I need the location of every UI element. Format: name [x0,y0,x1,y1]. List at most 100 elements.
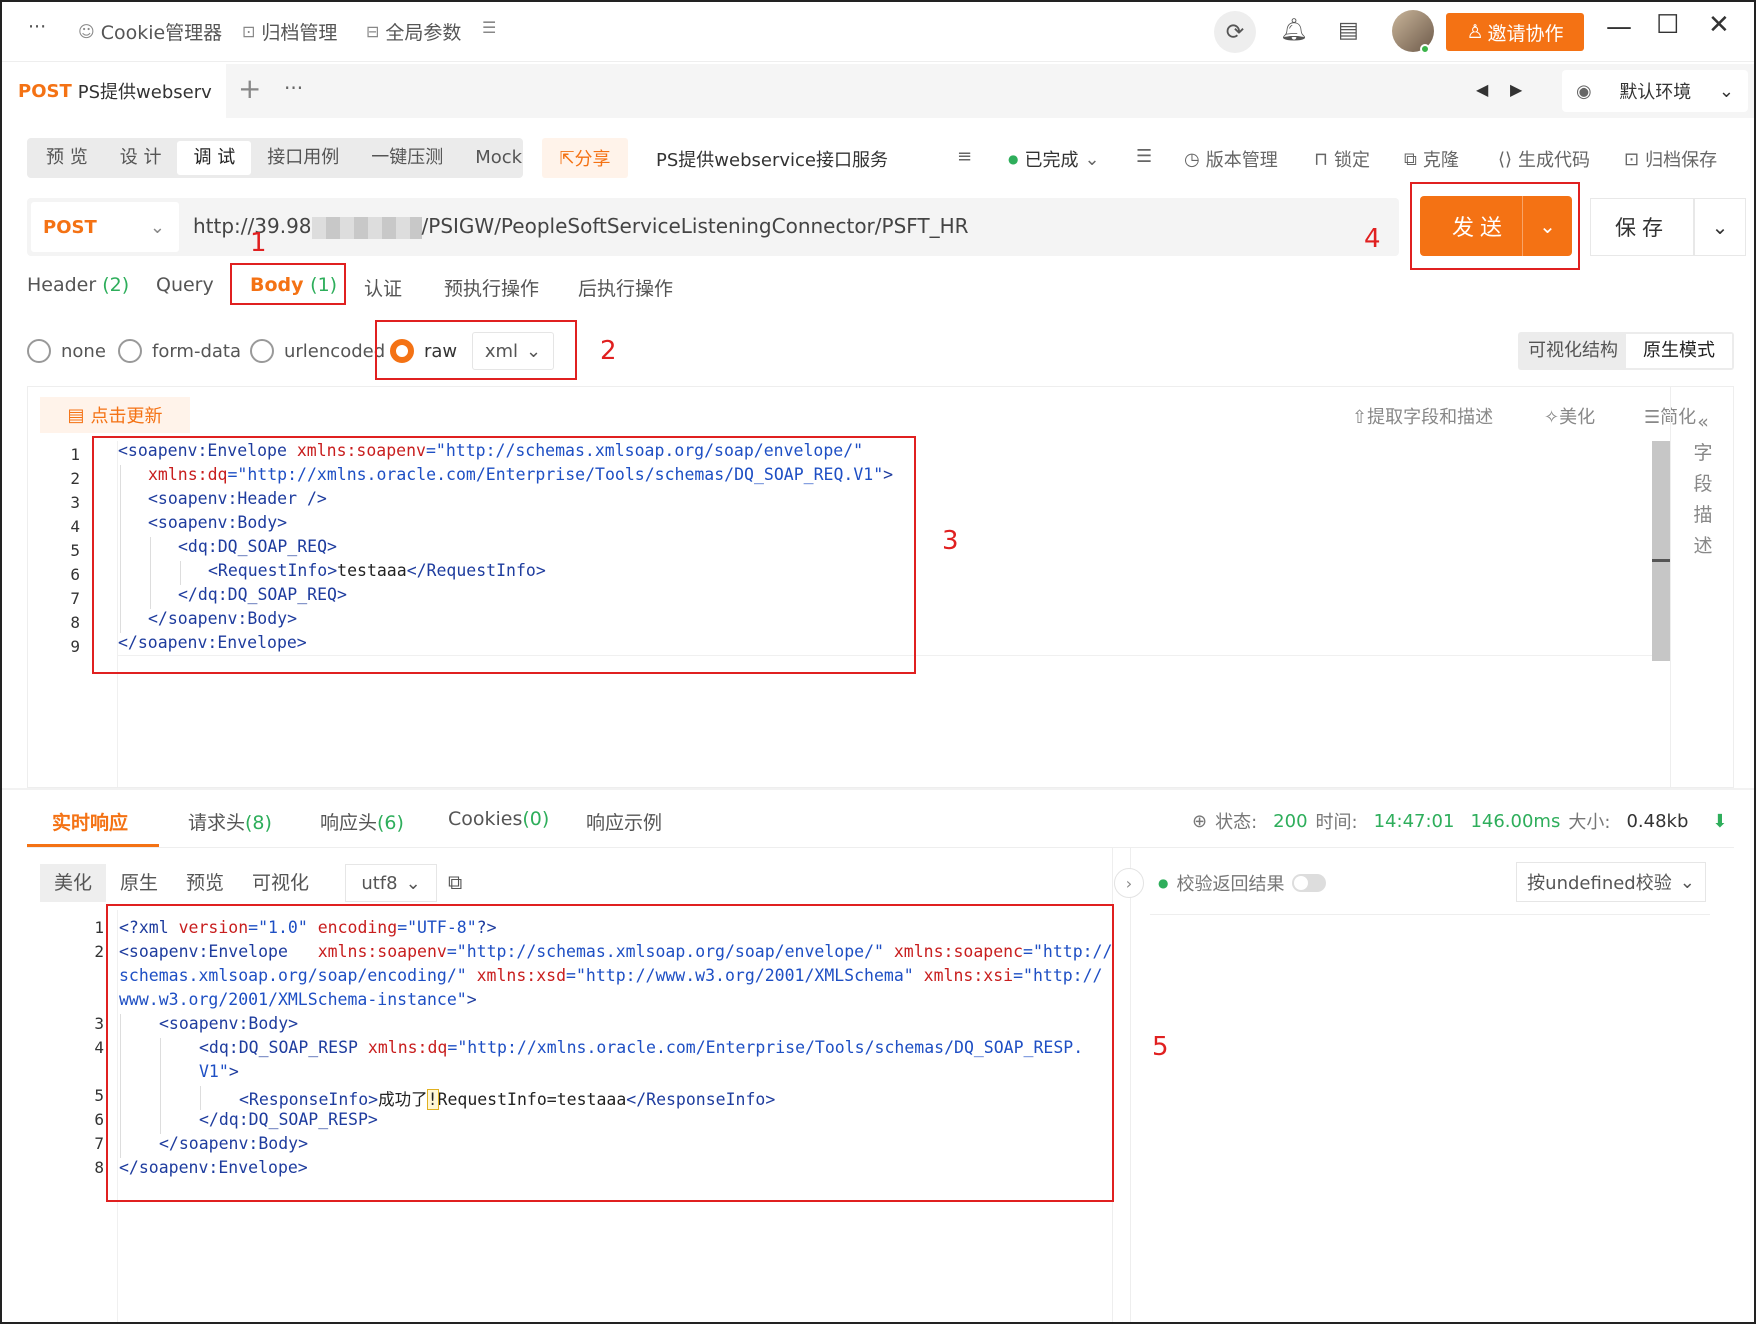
tab-response-headers[interactable]: 响应头(6) [320,808,404,835]
save-options-chevron-icon[interactable]: ⌄ [1694,198,1746,256]
line-number: 6 [70,565,80,584]
view-preview[interactable]: 预览 [172,864,238,902]
line-number: 8 [94,1158,104,1177]
refresh-doc-icon: ▤ [67,404,85,426]
chevron-down-icon: ⌄ [1718,80,1734,102]
bell-icon[interactable]: 🔔︎ [1280,18,1308,43]
side-label-char: 述 [1693,535,1713,557]
tab-prev-icon[interactable]: ◀ [1476,80,1488,99]
global-params-button[interactable]: ⊟ 全局参数 [366,18,461,45]
encoding-select[interactable]: utf8 ⌄ [345,864,437,902]
notes-icon[interactable]: ▤ [1338,18,1359,43]
tab-design[interactable]: 设 计 [104,141,178,175]
line-number: 8 [70,613,80,632]
line-number: 5 [94,1086,104,1105]
url-input[interactable]: http://39.98/PSIGW/PeopleSoftServiceList… [193,214,969,239]
tab-mock[interactable]: Mock [459,141,538,175]
tab-header[interactable]: Header (2) [27,274,129,296]
maximize-icon[interactable]: ☐ [1656,10,1679,40]
share-button[interactable]: ⇱ 分享 [542,138,628,178]
validate-mode-select[interactable]: 按undefined校验 ⌄ [1516,862,1706,902]
tab-realtime-response[interactable]: 实时响应 [52,808,128,835]
clone-button[interactable]: ⧉ 克隆 [1404,146,1459,172]
editor-scrollbar[interactable] [1652,441,1670,661]
tab-response-example[interactable]: 响应示例 [586,808,662,835]
validate-switch[interactable] [1292,874,1327,892]
menu-button[interactable]: ··· [28,16,46,38]
beautify-button[interactable]: ✧美化 [1544,403,1595,429]
archive-save-button[interactable]: ⊡ 归档保存 [1624,146,1717,172]
chevron-down-icon: ⌄ [405,872,421,894]
tab-title: PS提供webserv [77,82,212,103]
status-select[interactable]: ● 已完成 ⌄ [1008,146,1100,172]
tabs-baseline [27,847,1734,848]
line-number: 4 [94,1038,104,1057]
edit-title-icon[interactable]: ≡ [957,146,972,167]
tab-auth[interactable]: 认证 [364,274,402,301]
view-beautify[interactable]: 美化 [40,864,107,902]
validate-response-toggle[interactable]: ● 校验返回结果 [1158,870,1327,896]
tab-test-cases[interactable]: 接口用例 [251,141,355,175]
cookie-manager-button[interactable]: ☺ Cookie管理器 [78,18,222,45]
side-label-char: 段 [1693,473,1713,495]
status-dot-icon: ● [1158,876,1169,890]
download-icon[interactable]: ⬇ [1712,811,1727,832]
radio-form-data[interactable]: form-data [118,339,241,363]
tab-debug[interactable]: 调 试 [177,141,252,175]
visual-mode-button[interactable]: 可视化结构 [1520,334,1626,368]
radio-none[interactable]: none [27,339,106,363]
response-divider[interactable] [2,788,1754,790]
sync-icon[interactable]: ⟳ [1214,11,1256,53]
update-button[interactable]: ▤ 点击更新 [40,397,190,433]
lock-button[interactable]: ⊓ 锁定 [1314,146,1370,172]
environment-label: 默认环境 [1619,82,1692,103]
outline-icon[interactable]: ☰ [1136,146,1152,167]
extract-fields-button[interactable]: ⇧提取字段和描述 [1352,403,1493,429]
view-visual[interactable]: 可视化 [238,864,323,902]
annotation-label-2: 2 [600,336,617,366]
chevron-down-icon: ⌄ [1679,871,1695,893]
radio-urlencoded[interactable]: urlencoded [250,339,385,363]
api-title[interactable]: PS提供webservice接口服务 [656,146,888,172]
line-number: 1 [70,445,80,464]
minimize-icon[interactable]: — [1606,12,1632,42]
line-number: 6 [94,1110,104,1129]
close-icon[interactable]: ✕ [1708,10,1730,40]
archive-icon: ⊡ [242,22,256,41]
tab-preview[interactable]: 预 览 [30,141,104,175]
lock-icon: ⊓ [1314,148,1329,170]
tab-cookies[interactable]: Cookies(0) [448,808,549,830]
gencode-button[interactable]: ⟨⟩ 生成代码 [1498,146,1590,172]
tab-pre-script[interactable]: 预执行操作 [444,274,539,301]
version-button[interactable]: ◷ 版本管理 [1184,146,1278,172]
chevron-right-icon[interactable]: › [1114,868,1144,898]
chevron-down-icon: ⌄ [1084,148,1100,170]
tab-request-headers[interactable]: 请求头(8) [188,808,272,835]
request-tab[interactable]: POST PS提供webserv [2,64,226,118]
more-tabs-button[interactable]: ··· [284,76,303,100]
method-select[interactable]: POST ⌄ [31,202,179,252]
copy-icon[interactable]: ⧉ [448,870,462,894]
tab-post-script[interactable]: 后执行操作 [578,274,673,301]
field-desc-panel-toggle[interactable]: « 字 段 描 述 [1678,407,1728,562]
native-mode-button[interactable]: 原生模式 [1626,334,1732,368]
line-number: 1 [94,918,104,937]
archive-manage-button[interactable]: ⊡ 归档管理 [242,18,337,45]
clock-icon: ◷ [1184,148,1200,170]
invite-button[interactable]: ♙ 邀请协作 [1446,13,1584,51]
title-bar: ··· ☺ Cookie管理器 ⊡ 归档管理 ⊟ 全局参数 ☰ ⟳ 🔔︎ ▤ ♙ 邀请协… [2,2,1754,62]
archive-icon: ⊡ [1624,148,1640,170]
app-window: ··· ☺ Cookie管理器 ⊡ 归档管理 ⊟ 全局参数 ☰ ⟳ 🔔︎ ▤ ♙ 邀请协… [0,0,1756,1324]
add-tab-button[interactable]: + [238,72,261,105]
line-number: 3 [94,1014,104,1033]
save-button[interactable]: 保存 [1590,198,1694,256]
tab-stress-test[interactable]: 一键压测 [355,141,459,175]
collapse-menu-icon[interactable]: ☰ [482,18,496,37]
view-raw[interactable]: 原生 [106,864,172,902]
line-number: 5 [70,541,80,560]
tab-query[interactable]: Query [156,274,214,296]
tab-next-icon[interactable]: ▶ [1510,80,1522,99]
status-dot-icon: ● [1008,152,1019,166]
scroll-marker [1652,559,1670,562]
environment-select[interactable]: ◉ 默认环境 ⌄ [1562,70,1748,112]
